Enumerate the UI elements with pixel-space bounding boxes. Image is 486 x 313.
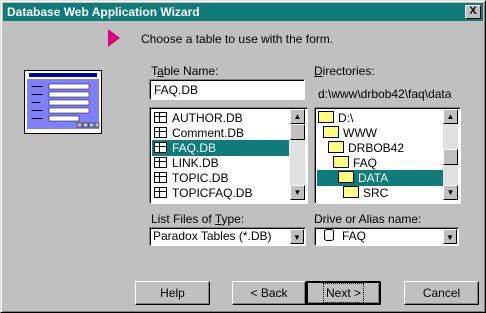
scroll-down-icon[interactable]: ▼	[290, 185, 305, 200]
table-icon	[154, 112, 167, 123]
table-icon	[154, 172, 167, 183]
title-bar[interactable]: Database Web Application Wizard X	[3, 3, 483, 21]
directory-item[interactable]: WWW	[323, 125, 377, 141]
scroll-up-icon[interactable]: ▲	[443, 109, 458, 124]
directories-label: Directories:	[314, 64, 375, 78]
directories-list[interactable]: D:\ WWW DRBOB42 FAQ DATA SRC ▲ ▼	[314, 107, 461, 204]
scroll-down-icon[interactable]: ▼	[443, 185, 458, 200]
drive-value: FAQ	[342, 229, 367, 243]
file-item[interactable]: AUTHOR.DB	[152, 110, 289, 126]
table-icon	[154, 187, 167, 198]
folder-open-icon	[318, 111, 334, 123]
chevron-down-icon[interactable]: ▼	[443, 229, 457, 244]
folder-open-icon	[333, 156, 349, 168]
directory-item-selected[interactable]: DATA	[317, 170, 443, 186]
instruction-text: Choose a table to use with the form.	[141, 32, 334, 46]
table-icon	[154, 127, 167, 138]
help-button[interactable]: Help	[135, 281, 210, 305]
folder-closed-icon	[343, 186, 359, 198]
file-item[interactable]: Comment.DB	[152, 125, 289, 141]
close-button[interactable]: X	[465, 5, 481, 19]
pointer-arrow-icon	[108, 29, 120, 47]
wizard-window: Database Web Application Wizard X Choose…	[0, 0, 486, 313]
file-type-select[interactable]: Paradox Tables (*.DB) ▼	[149, 227, 306, 246]
table-icon	[154, 157, 167, 168]
file-item[interactable]: LINK.DB	[152, 155, 289, 171]
folder-open-icon	[323, 126, 339, 138]
table-name-input[interactable]: FAQ.DB	[149, 79, 305, 100]
file-item[interactable]: TOPIC.DB	[152, 170, 289, 186]
back-button[interactable]: < Back	[232, 281, 306, 305]
directory-item[interactable]: FAQ	[333, 155, 377, 171]
window-title: Database Web Application Wizard	[7, 5, 200, 19]
current-path: d:\www\drbob42\faq\data	[318, 87, 452, 101]
folder-open-icon	[328, 141, 344, 153]
scroll-thumb[interactable]	[443, 149, 458, 165]
files-scrollbar[interactable]: ▲ ▼	[290, 109, 305, 200]
table-name-label: Table Name:	[151, 64, 219, 78]
directory-item[interactable]: D:\	[318, 110, 353, 126]
scroll-thumb[interactable]	[290, 124, 305, 140]
file-item[interactable]: TOPICFAQ.DB	[152, 185, 289, 201]
file-type-label: List Files of Type:	[151, 212, 245, 226]
drive-select[interactable]: FAQ ▼	[314, 227, 459, 246]
directories-scrollbar[interactable]: ▲ ▼	[443, 109, 458, 200]
files-list[interactable]: AUTHOR.DB Comment.DB FAQ.DB LINK.DB TOPI…	[149, 107, 308, 204]
cancel-button[interactable]: Cancel	[404, 281, 479, 305]
directory-item[interactable]: DRBOB42	[328, 140, 404, 156]
wizard-illustration	[24, 70, 102, 134]
chevron-down-icon[interactable]: ▼	[290, 229, 304, 244]
scroll-up-icon[interactable]: ▲	[290, 109, 305, 124]
directory-item[interactable]: SRC	[343, 185, 388, 201]
table-icon	[154, 142, 167, 153]
file-item-selected[interactable]: FAQ.DB	[152, 140, 289, 156]
file-type-value: Paradox Tables (*.DB)	[153, 229, 272, 243]
drive-label: Drive or Alias name:	[314, 212, 422, 226]
next-button[interactable]: Next >	[306, 281, 381, 305]
folder-open-icon	[338, 171, 354, 183]
database-icon	[324, 229, 334, 241]
